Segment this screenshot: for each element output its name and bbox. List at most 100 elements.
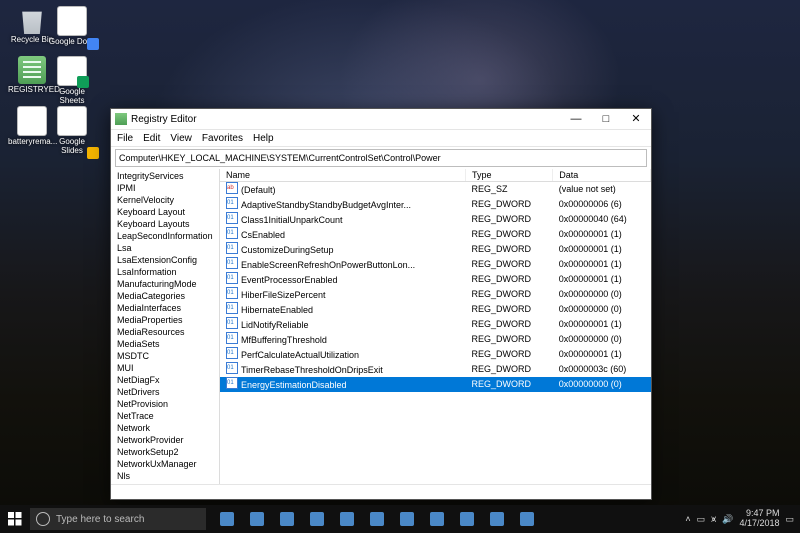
tree-node[interactable]: MediaProperties: [111, 314, 219, 326]
volume-icon[interactable]: 🔊: [722, 514, 733, 525]
tree-node[interactable]: Nls: [111, 470, 219, 482]
menu-view[interactable]: View: [170, 133, 192, 144]
system-tray[interactable]: ˄ ▭ ⩙ 🔊 9:47 PM 4/17/2018 ▭: [685, 509, 800, 529]
value-row[interactable]: EnergyEstimationDisabledREG_DWORD0x00000…: [220, 377, 651, 392]
taskbar-xbox-icon[interactable]: [425, 507, 449, 531]
tree-node[interactable]: NetTrace: [111, 410, 219, 422]
desktop-wallpaper[interactable]: Recycle BinGoogle DocsREGISTRYED...Googl…: [0, 0, 800, 533]
menu-file[interactable]: File: [117, 133, 133, 144]
tree-node[interactable]: LeapSecondInformation: [111, 230, 219, 242]
value-row[interactable]: Class1InitialUnparkCountREG_DWORD0x00000…: [220, 212, 651, 227]
tree-node[interactable]: IntegrityServices: [111, 170, 219, 182]
menu-bar: File Edit View Favorites Help: [111, 130, 651, 147]
column-header-type[interactable]: Type: [465, 169, 552, 182]
tree-node[interactable]: Keyboard Layouts: [111, 218, 219, 230]
value-row[interactable]: EnableScreenRefreshOnPowerButtonLon...RE…: [220, 257, 651, 272]
tree-node[interactable]: NetworkSetup2: [111, 446, 219, 458]
value-row[interactable]: TimerRebaseThresholdOnDripsExitREG_DWORD…: [220, 362, 651, 377]
value-row[interactable]: PerfCalculateActualUtilizationREG_DWORD0…: [220, 347, 651, 362]
tree-node[interactable]: NetworkProvider: [111, 434, 219, 446]
desktop-icon-google-docs[interactable]: Google Docs: [48, 6, 96, 47]
tree-node[interactable]: Network: [111, 422, 219, 434]
tree-node[interactable]: LsaExtensionConfig: [111, 254, 219, 266]
taskbar-clock[interactable]: 9:47 PM 4/17/2018: [739, 509, 779, 529]
taskbar-store-icon[interactable]: [335, 507, 359, 531]
taskbar-mail-icon[interactable]: [365, 507, 389, 531]
tree-node[interactable]: NetworkUxManager: [111, 458, 219, 470]
tree-node[interactable]: NetDiagFx: [111, 374, 219, 386]
tray-caret-icon[interactable]: ˄: [685, 514, 690, 524]
window-maximize-button[interactable]: □: [591, 109, 621, 129]
value-icon: [226, 272, 238, 284]
window-close-button[interactable]: ✕: [621, 109, 651, 129]
value-icon: [226, 257, 238, 269]
tree-node[interactable]: KernelVelocity: [111, 194, 219, 206]
value-row[interactable]: HiberFileSizePercentREG_DWORD0x00000000 …: [220, 287, 651, 302]
tree-node[interactable]: LsaInformation: [111, 266, 219, 278]
taskbar-more-icon[interactable]: [515, 507, 539, 531]
action-center-icon[interactable]: ▭: [785, 514, 794, 525]
value-row[interactable]: AdaptiveStandbyStandbyBudgetAvgInter...R…: [220, 197, 651, 212]
registry-values[interactable]: NameTypeData (Default)REG_SZ(value not s…: [220, 169, 651, 484]
tree-node[interactable]: NetProvision: [111, 398, 219, 410]
window-title: Registry Editor: [131, 114, 561, 125]
taskbar-skype-icon[interactable]: [395, 507, 419, 531]
value-icon: [226, 227, 238, 239]
value-icon: [226, 332, 238, 344]
menu-favorites[interactable]: Favorites: [202, 133, 243, 144]
battery-icon[interactable]: ▭: [697, 514, 706, 525]
value-icon: [226, 362, 238, 374]
file-icon: [18, 6, 46, 34]
taskbar-search[interactable]: Type here to search: [30, 508, 206, 530]
value-icon: [226, 377, 238, 389]
desktop-icon-google-sheets[interactable]: Google Sheets: [48, 56, 96, 106]
tree-node[interactable]: MUI: [111, 362, 219, 374]
value-row[interactable]: CustomizeDuringSetupREG_DWORD0x00000001 …: [220, 242, 651, 257]
address-bar[interactable]: Computer\HKEY_LOCAL_MACHINE\SYSTEM\Curre…: [115, 149, 647, 167]
value-icon: [226, 287, 238, 299]
taskbar-task-view-icon[interactable]: [215, 507, 239, 531]
registry-tree[interactable]: IntegrityServicesIPMIKernelVelocityKeybo…: [111, 169, 220, 484]
value-icon: [226, 317, 238, 329]
tree-node[interactable]: IPMI: [111, 182, 219, 194]
value-row[interactable]: MfBufferingThresholdREG_DWORD0x00000000 …: [220, 332, 651, 347]
search-placeholder: Type here to search: [56, 514, 144, 525]
value-row[interactable]: HibernateEnabledREG_DWORD0x00000000 (0): [220, 302, 651, 317]
taskbar-steam-icon[interactable]: [455, 507, 479, 531]
value-row[interactable]: (Default)REG_SZ(value not set): [220, 182, 651, 198]
file-icon: [57, 106, 87, 136]
tree-node[interactable]: NetDrivers: [111, 386, 219, 398]
value-icon: [226, 212, 238, 224]
value-icon: [226, 197, 238, 209]
value-row[interactable]: LidNotifyReliableREG_DWORD0x00000001 (1): [220, 317, 651, 332]
start-button[interactable]: [3, 507, 27, 531]
tree-node[interactable]: MediaCategories: [111, 290, 219, 302]
tree-node[interactable]: Lsa: [111, 242, 219, 254]
taskbar[interactable]: Type here to search ˄ ▭ ⩙ 🔊 9:47 PM 4/17…: [0, 505, 800, 533]
cortana-icon: [36, 512, 50, 526]
desktop-icon-google-slides[interactable]: Google Slides: [48, 106, 96, 156]
taskbar-explorer-icon[interactable]: [305, 507, 329, 531]
menu-help[interactable]: Help: [253, 133, 274, 144]
tree-node[interactable]: MediaResources: [111, 326, 219, 338]
value-icon: [226, 242, 238, 254]
value-icon: [226, 347, 238, 359]
registry-editor-window[interactable]: Registry Editor ― □ ✕ File Edit View Favori…: [110, 108, 652, 500]
tree-node[interactable]: Keyboard Layout: [111, 206, 219, 218]
tree-node[interactable]: ManufacturingMode: [111, 278, 219, 290]
network-icon[interactable]: ⩙: [711, 514, 716, 525]
column-header-data[interactable]: Data: [553, 169, 651, 182]
column-header-name[interactable]: Name: [220, 169, 465, 182]
menu-edit[interactable]: Edit: [143, 133, 160, 144]
taskbar-settings-icon[interactable]: [485, 507, 509, 531]
tree-node[interactable]: MediaInterfaces: [111, 302, 219, 314]
taskbar-people-icon[interactable]: [245, 507, 269, 531]
tree-node[interactable]: MSDTC: [111, 350, 219, 362]
value-icon: [226, 302, 238, 314]
tree-node[interactable]: MediaSets: [111, 338, 219, 350]
taskbar-edge-icon[interactable]: [275, 507, 299, 531]
value-row[interactable]: CsEnabledREG_DWORD0x00000001 (1): [220, 227, 651, 242]
window-titlebar[interactable]: Registry Editor ― □ ✕: [111, 109, 651, 130]
window-minimize-button[interactable]: ―: [561, 109, 591, 129]
value-row[interactable]: EventProcessorEnabledREG_DWORD0x00000001…: [220, 272, 651, 287]
